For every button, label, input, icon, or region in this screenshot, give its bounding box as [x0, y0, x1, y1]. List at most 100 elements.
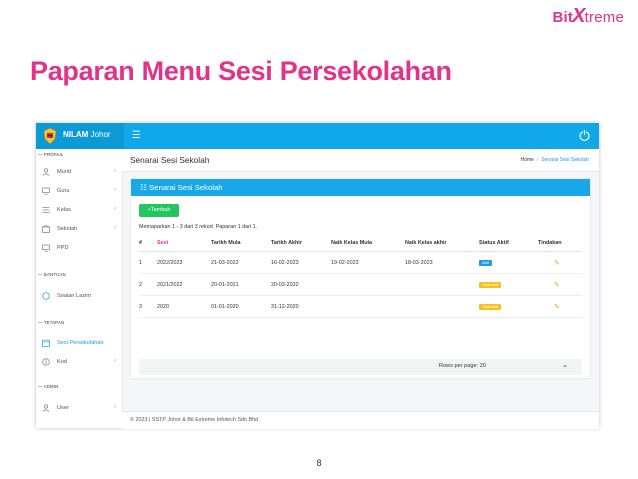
cell-action: ✎ [538, 273, 582, 296]
chevron-down-icon[interactable]: ⌄ [562, 361, 568, 369]
cell-no: 2 [139, 273, 157, 296]
chevron-right-icon: › [114, 206, 116, 212]
cell-naik-mula [331, 273, 405, 296]
sidebar-item-ppd[interactable]: PPD [42, 243, 118, 255]
cell-naik-akhir: 18-03-2023 [405, 251, 479, 274]
status-badge: Aktif [479, 259, 492, 266]
table-row: 3 2020 01-01-2020 31-12-2020 Tidak aktif… [139, 295, 582, 318]
sidebar-item-label: User [57, 405, 69, 411]
brand-part2: treme [584, 9, 624, 26]
sidebar-item-label: Guru [57, 188, 70, 194]
record-summary: Memaparkan 1 - 3 dari 3 rekod. Paparan 1… [139, 224, 258, 230]
sidebar-item-label: Sesi Persekolahan [57, 340, 104, 346]
monitor-icon [42, 187, 50, 195]
sidebar-item-label: PPD [57, 245, 69, 251]
cell-status: Tidak aktif [479, 295, 538, 318]
sidebar-item-kod[interactable]: Kod › [42, 357, 118, 369]
cell-naik-akhir [405, 273, 479, 296]
sidebar-item-kelas[interactable]: Kelas › [42, 205, 118, 217]
monitor-icon [42, 244, 50, 252]
building-icon [42, 225, 50, 233]
page-title: Senarai Sesi Sekolah [130, 155, 210, 165]
sidebar-item-soalan-lazim[interactable]: Soalan Lazim [42, 291, 118, 303]
card-header: ☷ Senarai Sesi Sekolah [131, 179, 590, 196]
table-row: 2 2021/2022 20-01-2021 20-03-2022 Tidak … [139, 273, 582, 296]
app-window: NILAM Johor ☰ — PROFAIL Murid › Guru › K… [36, 123, 599, 429]
section-tetapan: — TETAPAN [38, 320, 65, 325]
chevron-right-icon: › [114, 225, 116, 231]
cell-naik-akhir [405, 295, 479, 318]
page-header: Senarai Sesi Sekolah Home / Senarai Sesi S… [122, 149, 599, 172]
user-icon [42, 168, 50, 176]
app-title-bold: NILAM [63, 130, 89, 139]
cell-status: Aktif [479, 251, 538, 274]
cell-tarikh-akhir: 16-02-2023 [271, 251, 331, 274]
cell-sesi: 2020 [157, 295, 211, 318]
card-title: ☷ Senarai Sesi Sekolah [140, 183, 223, 192]
power-icon[interactable] [578, 129, 591, 142]
sidebar-item-sekolah[interactable]: Sekolah › [42, 224, 118, 236]
list-icon [42, 207, 50, 213]
table-header-row: # Sesi Tarikh Mula Tarikh Akhir Naik Kel… [139, 235, 582, 252]
brand-x: X [572, 5, 586, 27]
status-badge: Tidak aktif [479, 281, 502, 288]
cell-tarikh-mula: 20-01-2021 [211, 273, 271, 296]
table-row: 1 2022/2023 21-03-2022 16-02-2023 19-02-… [139, 251, 582, 274]
cell-tarikh-akhir: 20-03-2022 [271, 273, 331, 296]
column-header-sesi[interactable]: Sesi [157, 235, 211, 252]
column-header: # [139, 235, 157, 252]
chevron-right-icon: › [114, 358, 116, 364]
rows-per-page-select[interactable]: Rows per page: 20 [439, 363, 486, 369]
app-title-rest: Johor [90, 130, 111, 139]
logo-area: NILAM Johor [36, 123, 124, 149]
cell-tarikh-mula: 21-03-2022 [211, 251, 271, 274]
edit-pencil-icon[interactable]: ✎ [554, 282, 560, 289]
edit-pencil-icon[interactable]: ✎ [554, 304, 560, 311]
info-icon [42, 358, 50, 366]
edit-pencil-icon[interactable]: ✎ [554, 260, 560, 267]
calendar-icon [42, 339, 50, 347]
list-icon: ☷ [140, 183, 147, 192]
pagination-bar: Rows per page: 20 ⌄ [139, 359, 582, 375]
chevron-right-icon: › [114, 168, 116, 174]
menu-toggle-icon[interactable]: ☰ [132, 130, 141, 141]
cell-action: ✎ [538, 295, 582, 318]
slide-title: Paparan Menu Sesi Persekolahan [30, 56, 452, 86]
slide-page-number: 8 [316, 458, 322, 468]
sessions-table: # Sesi Tarikh Mula Tarikh Akhir Naik Kel… [139, 235, 582, 318]
sidebar-item-sesi-persekolahan[interactable]: Sesi Persekolahan [42, 338, 118, 350]
crest-icon [43, 127, 57, 145]
breadcrumb-current: Senarai Sesi Sekolah [541, 157, 589, 163]
column-header: Tindakan [538, 235, 582, 252]
cell-tarikh-akhir: 31-12-2020 [271, 295, 331, 318]
cell-action: ✎ [538, 251, 582, 274]
breadcrumb-home[interactable]: Home [520, 157, 533, 163]
app-title: NILAM Johor [63, 130, 111, 139]
section-profail: — PROFAIL [38, 152, 64, 157]
sidebar-item-murid[interactable]: Murid › [42, 167, 118, 179]
add-button[interactable]: +Tambah [139, 204, 179, 217]
chevron-right-icon: › [114, 187, 116, 193]
footer: © 2023 | SSTP Johor & Bit Extreme Infote… [122, 411, 599, 429]
circle-icon [42, 292, 50, 300]
status-badge: Tidak aktif [479, 303, 502, 310]
column-header: Naik Kelas Mula [331, 235, 405, 252]
cell-no: 3 [139, 295, 157, 318]
breadcrumb-separator: / [536, 157, 539, 163]
column-header: Tarikh Akhir [271, 235, 331, 252]
sessions-card: ☷ Senarai Sesi Sekolah +Tambah Memaparka… [131, 179, 590, 378]
topbar: NILAM Johor ☰ [36, 123, 599, 149]
cell-no: 1 [139, 251, 157, 274]
cell-status: Tidak aktif [479, 273, 538, 296]
main-content: Senarai Sesi Sekolah Home / Senarai Sesi S… [122, 149, 599, 429]
sidebar-item-guru[interactable]: Guru › [42, 186, 118, 198]
breadcrumb: Home / Senarai Sesi Sekolah [520, 157, 589, 163]
section-bantuan: — BANTUAN [38, 272, 66, 277]
sidebar-item-label: Soalan Lazim [57, 293, 91, 299]
section-admin: — ADMIN [38, 384, 59, 389]
sidebar-item-user[interactable]: User › [42, 403, 118, 415]
cell-sesi: 2022/2023 [157, 251, 211, 274]
footer-text: © 2023 | SSTP Johor & Bit Extreme Infote… [130, 417, 259, 423]
column-header: Tarikh Mula [211, 235, 271, 252]
sidebar-item-label: Kelas [57, 207, 71, 213]
